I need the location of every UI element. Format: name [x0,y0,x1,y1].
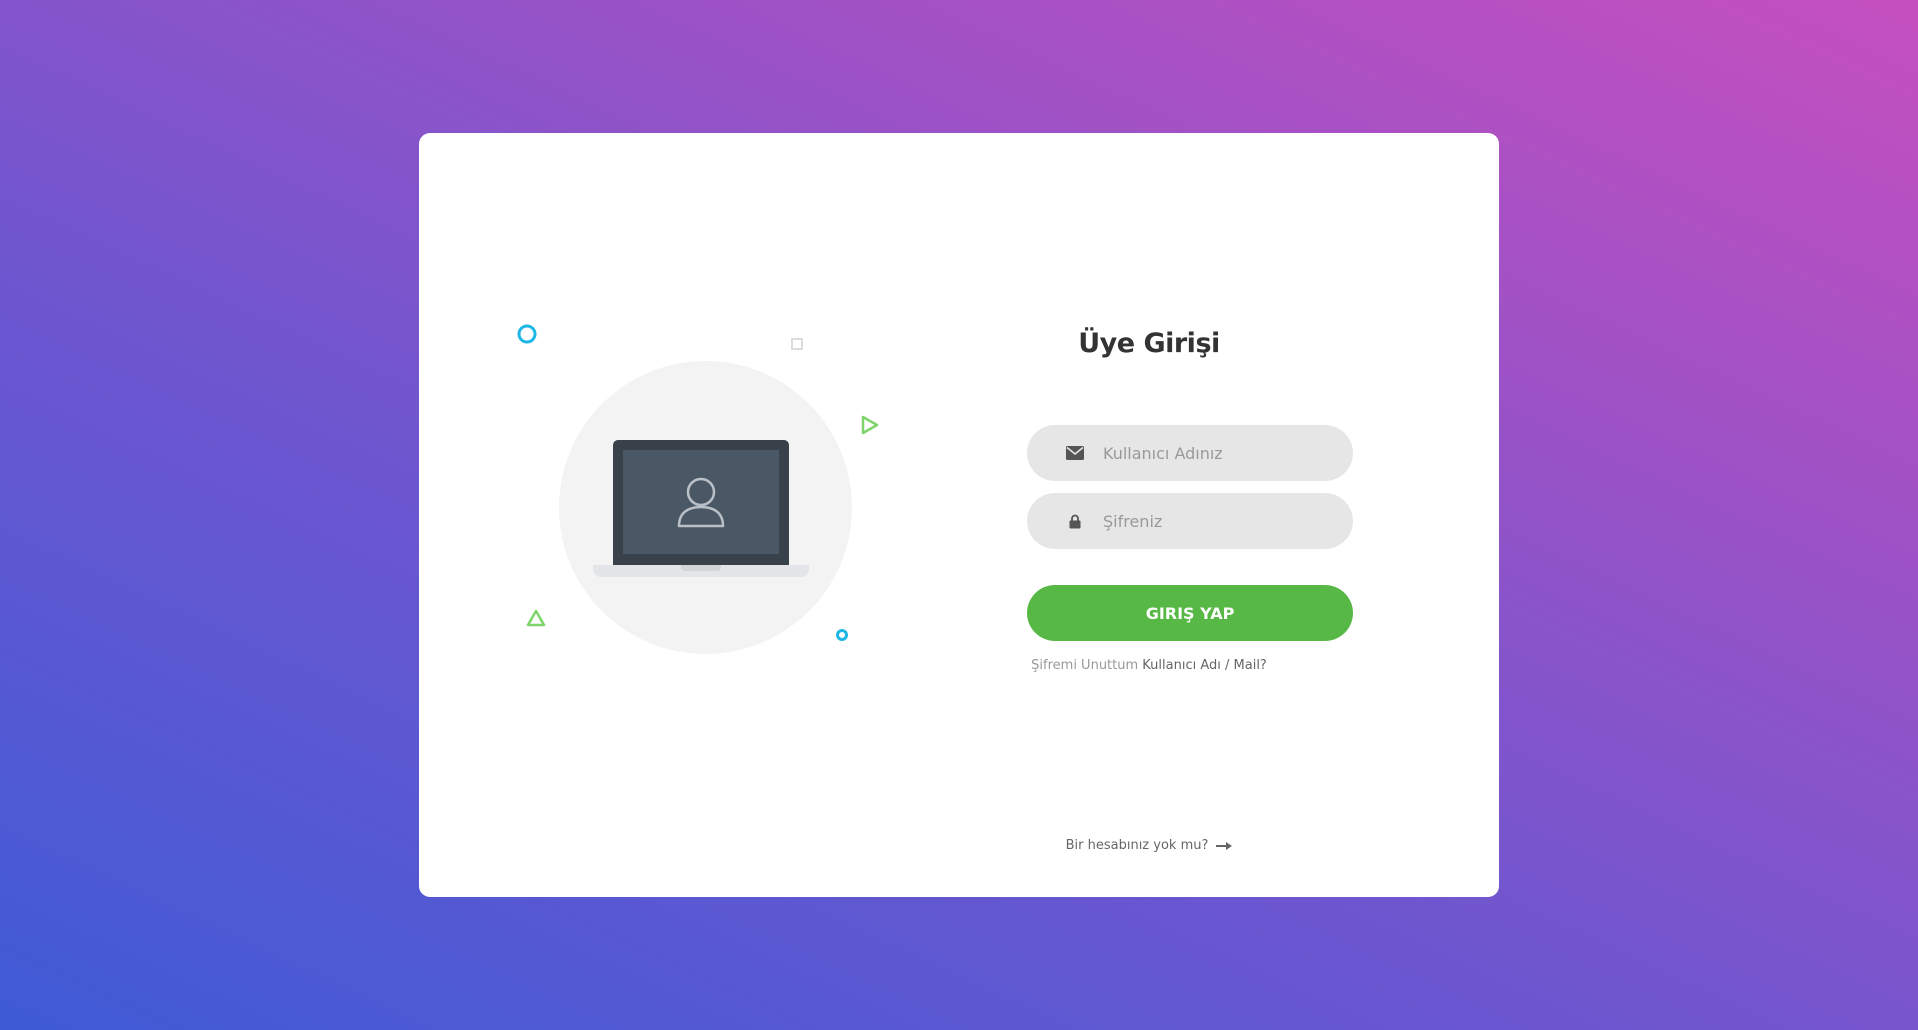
laptop-icon [613,440,789,566]
username-field[interactable] [1027,425,1353,481]
login-card: Üye Girişi GIRIŞ YAP Şifremi Unuttum Kul… [419,133,1499,897]
username-input[interactable] [1103,443,1323,463]
laptop-notch [681,565,721,571]
page-title: Üye Girişi [1078,328,1220,359]
envelope-icon [1065,446,1085,460]
square-outline-icon [791,338,803,350]
login-button[interactable]: GIRIŞ YAP [1027,585,1353,641]
small-circle-icon [836,629,848,641]
signup-label: Bir hesabınız yok mu? [1065,838,1209,853]
laptop-screen [623,450,779,554]
password-input[interactable] [1103,511,1323,531]
triangle-right-icon [861,415,879,435]
illustration [419,133,959,897]
triangle-up-icon [526,609,546,627]
lock-icon [1065,514,1085,529]
circle-outline-icon [517,324,537,344]
forgot-prefix: Şifremi Unuttum [1031,658,1139,673]
forgot-link[interactable]: Kullanıcı Adı / Mail? [1142,658,1267,673]
arrow-right-icon [1216,841,1233,851]
forgot-password: Şifremi Unuttum Kullanıcı Adı / Mail? [959,658,1339,673]
signup-link[interactable]: Bir hesabınız yok mu? [959,838,1339,853]
password-field[interactable] [1027,493,1353,549]
user-icon [677,477,725,528]
